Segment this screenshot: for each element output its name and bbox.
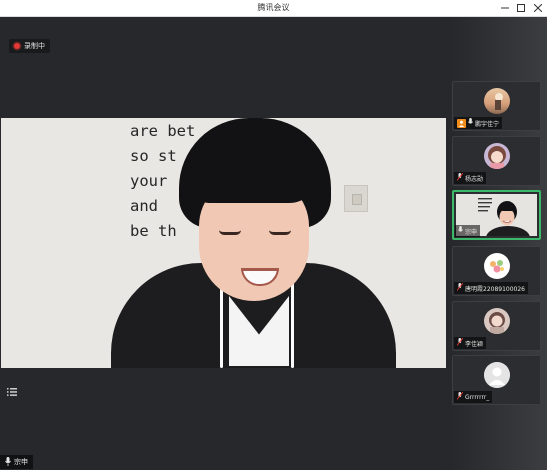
participant-name-label: 宗申 [455, 225, 481, 237]
speaker-name: 宗申 [14, 458, 28, 466]
mic-muted-icon [456, 282, 464, 293]
minimize-icon[interactable] [497, 0, 513, 16]
avatar [484, 308, 510, 334]
main-video[interactable]: are bet n youso st ngyour rsandbe th u c… [1, 118, 446, 368]
main-stage: 录制中 are bet n youso st ngyour rsandbe th… [0, 17, 447, 470]
avatar [484, 143, 510, 169]
close-icon[interactable] [530, 0, 546, 16]
user-icon [457, 118, 466, 128]
list-icon[interactable] [5, 385, 19, 399]
mic-muted-icon [456, 391, 464, 402]
participant-tile[interactable]: 李佳颖 [452, 301, 541, 351]
mic-icon [5, 456, 11, 468]
participant-name-label: 杨志勋 [454, 172, 487, 184]
mic-muted-icon [456, 337, 464, 348]
active-speaker-label: 宗申 [0, 455, 33, 469]
participant-tile[interactable]: Grrrrrrr_ [452, 355, 541, 405]
participant-name-label: Grrrrrrr_ [454, 391, 493, 403]
participant-name-label: 李佳颖 [454, 337, 487, 349]
mic-icon [468, 118, 473, 128]
participant-tile[interactable]: 鹏宇佳宁 [452, 81, 541, 131]
window-title: 腾讯会议 [257, 3, 290, 12]
title-bar: 腾讯会议 [0, 0, 547, 17]
record-dot-icon [14, 43, 20, 49]
wall-switch [344, 185, 368, 212]
avatar [484, 362, 510, 388]
participant-sidebar: 鹏宇佳宁 杨志勋 宗申 唐明霞22089100026 李佳颖 Grrrrrrr_ [447, 17, 547, 470]
mic-icon [458, 226, 463, 236]
participant-tile[interactable]: 唐明霞22089100026 [452, 246, 541, 296]
participant-tile-active[interactable]: 宗申 [452, 190, 541, 240]
person-fringe [189, 158, 319, 203]
avatar [484, 88, 510, 114]
maximize-icon[interactable] [513, 0, 529, 16]
participant-name-label: 鹏宇佳宁 [454, 117, 503, 129]
mic-muted-icon [456, 172, 464, 183]
recording-label: 录制中 [24, 42, 45, 50]
recording-indicator[interactable]: 录制中 [9, 39, 50, 53]
avatar [484, 253, 510, 279]
person-eye-left [219, 230, 241, 235]
participant-tile[interactable]: 杨志勋 [452, 136, 541, 186]
person-eye-right [269, 230, 291, 235]
participant-name-label: 唐明霞22089100026 [454, 282, 528, 294]
